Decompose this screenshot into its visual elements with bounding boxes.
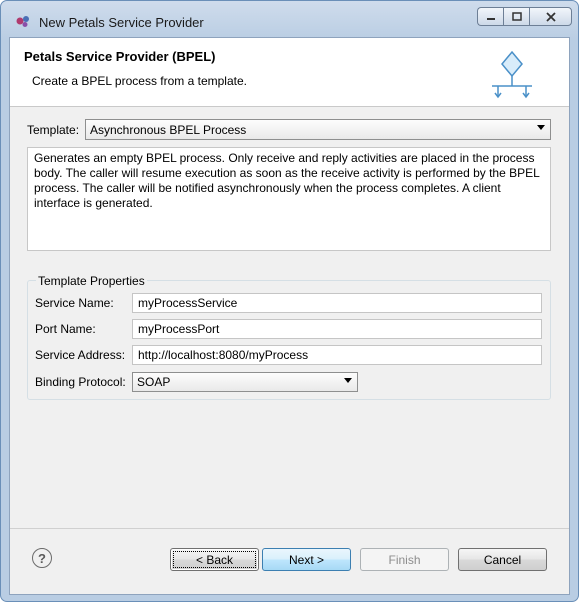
binding-protocol-label: Binding Protocol:: [35, 375, 126, 389]
maximize-icon: [511, 12, 522, 21]
next-button[interactable]: Next >: [262, 548, 351, 571]
service-address-input[interactable]: http://localhost:8080/myProcess: [132, 345, 542, 365]
binding-protocol-select[interactable]: SOAP: [132, 372, 358, 392]
cancel-button-label: Cancel: [483, 552, 522, 567]
window-title: New Petals Service Provider: [39, 15, 204, 30]
maximize-button[interactable]: [503, 7, 529, 26]
port-name-input[interactable]: myProcessPort: [132, 319, 542, 339]
service-address-label: Service Address:: [35, 348, 126, 362]
service-name-value: myProcessService: [138, 296, 238, 310]
bpel-process-icon: [492, 50, 532, 99]
minimize-button[interactable]: [477, 7, 503, 26]
help-icon: ?: [38, 550, 46, 566]
template-description: Generates an empty BPEL process. Only re…: [27, 147, 551, 251]
service-name-label: Service Name:: [35, 296, 114, 310]
window-controls: [477, 7, 572, 27]
service-name-input[interactable]: myProcessService: [132, 293, 542, 313]
back-button-label: < Back: [195, 552, 234, 567]
template-select-value: Asynchronous BPEL Process: [90, 122, 247, 137]
cancel-button[interactable]: Cancel: [458, 548, 547, 571]
service-address-value: http://localhost:8080/myProcess: [138, 348, 309, 362]
help-button[interactable]: ?: [32, 548, 52, 568]
finish-button[interactable]: Finish: [360, 548, 449, 571]
template-label: Template:: [27, 123, 80, 137]
binding-protocol-value: SOAP: [137, 375, 171, 389]
title-bar[interactable]: New Petals Service Provider: [1, 1, 578, 37]
finish-button-label: Finish: [388, 552, 421, 567]
page-description: Create a BPEL process from a template.: [32, 74, 247, 88]
footer-divider: [10, 528, 569, 529]
port-name-label: Port Name:: [35, 322, 96, 336]
wizard-header: Petals Service Provider (BPEL) Create a …: [10, 38, 569, 107]
close-icon: [545, 11, 556, 22]
template-properties-title: Template Properties: [36, 274, 147, 288]
page-title: Petals Service Provider (BPEL): [24, 49, 216, 64]
back-button[interactable]: < Back: [170, 548, 259, 571]
template-select[interactable]: Asynchronous BPEL Process: [85, 119, 551, 140]
dialog-window: New Petals Service Provider Petals Servi…: [0, 0, 579, 602]
port-name-value: myProcessPort: [138, 322, 220, 336]
chevron-down-icon: [537, 125, 545, 130]
dialog-client-area: Petals Service Provider (BPEL) Create a …: [9, 37, 570, 595]
chevron-down-icon: [344, 378, 352, 383]
close-button[interactable]: [529, 7, 572, 26]
next-button-label: Next >: [288, 552, 324, 567]
petals-app-icon: [16, 16, 29, 27]
minimize-icon: [486, 17, 495, 20]
